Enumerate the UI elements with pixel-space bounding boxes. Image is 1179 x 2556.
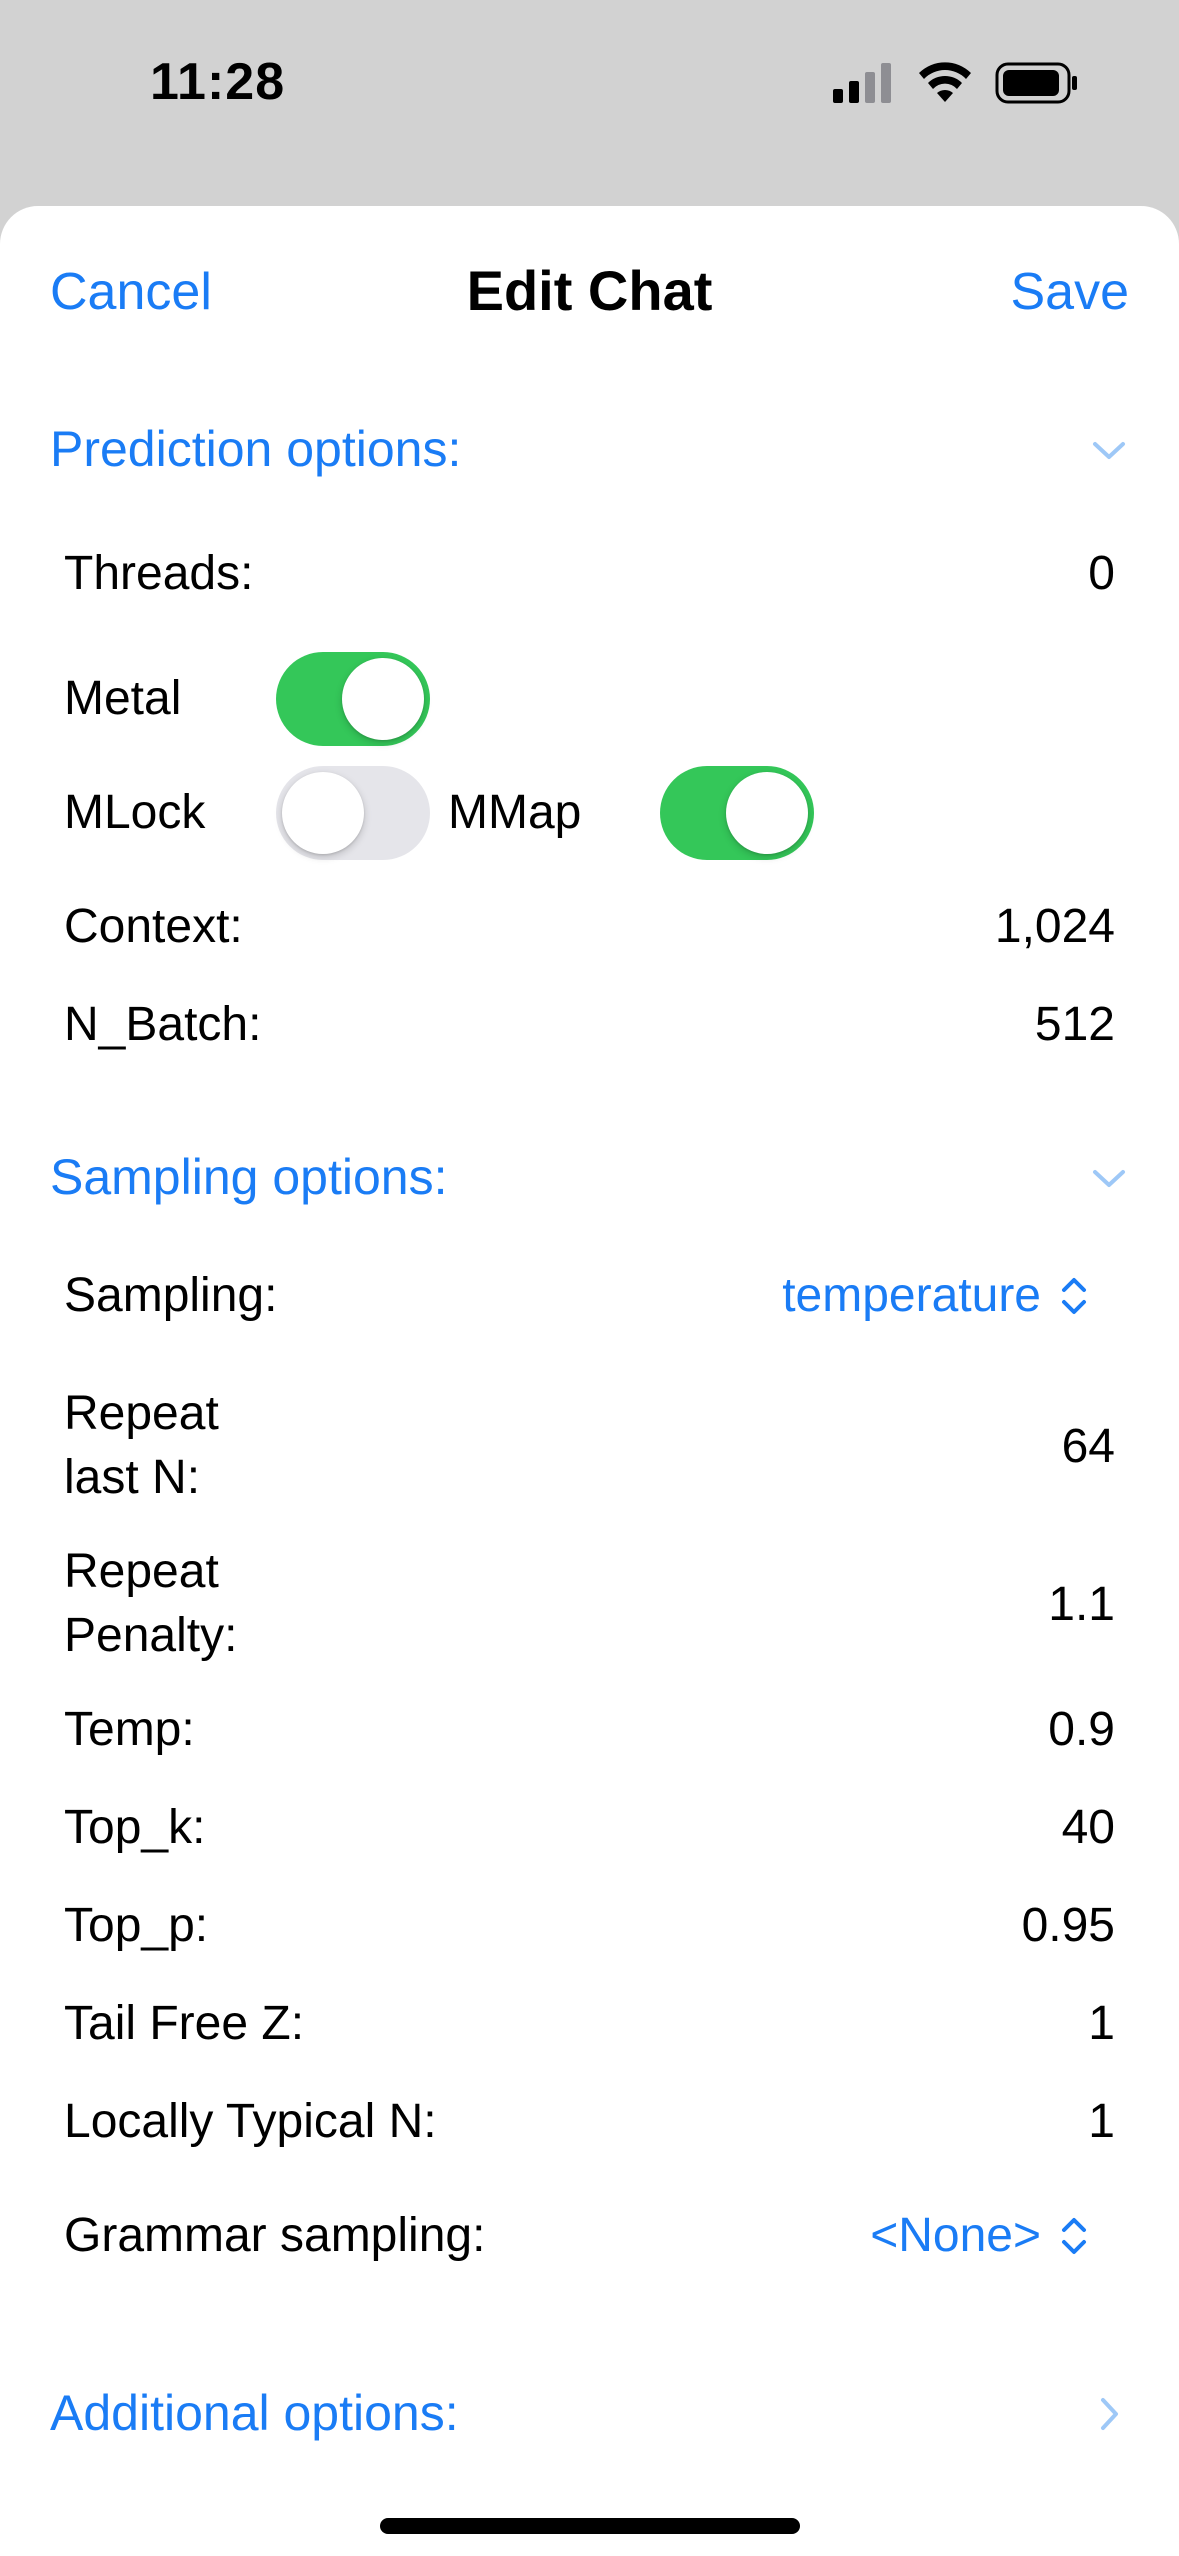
save-button[interactable]: Save [1010,262,1129,322]
grammar-sampling-row: Grammar sampling: <None> [64,2204,1115,2268]
locally-typical-label: Locally Typical N: [64,2095,437,2148]
chevron-up-down-icon [1062,2218,1086,2254]
repeat-last-n-label-line2: last N: [64,1451,201,1504]
cellular-signal-icon [833,63,891,103]
metal-toggle[interactable] [276,652,430,746]
top-k-value[interactable]: 40 [1062,1796,1115,1860]
sampling-row: Sampling: temperature [64,1264,1115,1328]
chevron-down-icon [1093,442,1125,459]
toggle-knob [282,772,364,854]
prediction-options-header[interactable]: Prediction options: [50,420,1129,490]
grammar-picker-value: <None> [870,2209,1041,2262]
sampling-options-header[interactable]: Sampling options: [50,1148,1129,1218]
top-k-row: Top_k: 40 [64,1796,1115,1860]
tail-free-z-row: Tail Free Z: 1 [64,1992,1115,2056]
toggle-knob [726,772,808,854]
navigation-bar: Cancel Edit Chat Save [0,206,1179,386]
repeat-penalty-label-line2: Penalty: [64,1609,238,1662]
mlock-mmap-row: MLock MMap [64,766,1115,860]
top-k-label: Top_k: [64,1801,206,1854]
additional-options-header[interactable]: Additional options: [50,2384,1129,2454]
repeat-penalty-label-line1: Repeat [64,1545,219,1598]
mlock-label: MLock [64,786,206,839]
chevron-down-icon [1093,1170,1125,1187]
edit-chat-sheet: Cancel Edit Chat Save Prediction options… [0,206,1179,2556]
status-bar: 11:28 [0,0,1179,180]
repeat-penalty-value[interactable]: 1.1 [1048,1573,1115,1637]
context-row: Context: 1,024 [64,895,1115,959]
mmap-toggle[interactable] [660,766,814,860]
toggle-knob [342,658,424,740]
threads-value[interactable]: 0 [1088,542,1115,606]
temp-value[interactable]: 0.9 [1048,1698,1115,1762]
battery-icon [995,62,1077,104]
home-indicator [380,2518,800,2534]
nbatch-row: N_Batch: 512 [64,993,1115,1057]
threads-row: Threads: 0 [64,542,1115,606]
metal-label: Metal [64,672,182,725]
top-p-row: Top_p: 0.95 [64,1894,1115,1958]
nbatch-value[interactable]: 512 [1035,993,1115,1057]
repeat-last-n-row: Repeat last N: 64 [64,1382,1115,1512]
status-time: 11:28 [150,53,286,111]
top-p-value[interactable]: 0.95 [1022,1894,1115,1958]
repeat-last-n-value[interactable]: 64 [1062,1415,1115,1479]
locally-typical-value[interactable]: 1 [1088,2090,1115,2154]
metal-row: Metal [64,652,1115,746]
prediction-options-title: Prediction options: [50,421,462,477]
top-p-label: Top_p: [64,1899,209,1952]
chevron-up-down-icon [1062,1278,1086,1314]
locally-typical-row: Locally Typical N: 1 [64,2090,1115,2154]
mmap-label: MMap [448,786,582,839]
repeat-penalty-row: Repeat Penalty: 1.1 [64,1540,1115,1670]
temp-row: Temp: 0.9 [64,1698,1115,1762]
additional-options-title: Additional options: [50,2385,459,2441]
context-label: Context: [64,900,243,953]
mlock-toggle[interactable] [276,766,430,860]
wifi-icon [919,62,971,102]
sampling-picker[interactable]: temperature [782,1264,1089,1328]
threads-label: Threads: [64,547,254,600]
tail-free-z-label: Tail Free Z: [64,1997,305,2050]
sampling-picker-value: temperature [782,1269,1041,1322]
grammar-picker[interactable]: <None> [870,2204,1089,2268]
tail-free-z-value[interactable]: 1 [1088,1992,1115,2056]
chevron-right-icon [1101,2398,1118,2430]
sampling-label: Sampling: [64,1269,278,1322]
temp-label: Temp: [64,1703,195,1756]
sampling-options-title: Sampling options: [50,1149,448,1205]
grammar-sampling-label: Grammar sampling: [64,2209,486,2262]
status-icons [833,62,1079,104]
nbatch-label: N_Batch: [64,998,262,1051]
repeat-last-n-label-line1: Repeat [64,1387,219,1440]
page-title: Edit Chat [466,259,713,322]
context-value[interactable]: 1,024 [995,895,1115,959]
